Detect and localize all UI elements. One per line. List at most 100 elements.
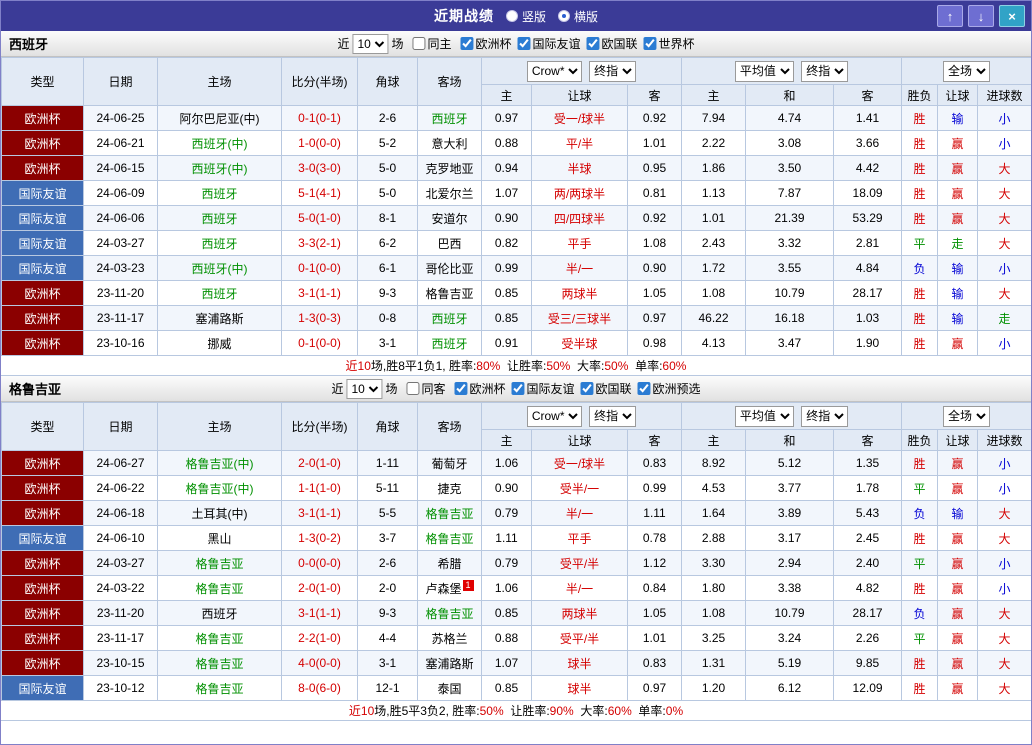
matches-table: 类型 日期 主场 比分(半场) 角球 客场 Crow* 终指 平均值 终指 <box>1 57 1032 356</box>
competition-filter[interactable]: 国际友谊 <box>512 35 581 52</box>
corners: 2-6 <box>358 551 418 576</box>
result-goals: 大 <box>978 501 1032 526</box>
result-handicap: 赢 <box>938 676 978 701</box>
competition-checkbox[interactable] <box>512 382 525 395</box>
match-type: 欧洲杯 <box>2 156 84 181</box>
radio-icon[interactable] <box>558 10 570 22</box>
avg-draw-odds: 3.77 <box>746 476 834 501</box>
bookmaker-select[interactable]: Crow* <box>527 61 582 82</box>
away-team: 卢森堡1 <box>418 576 482 601</box>
result-handicap: 赢 <box>938 576 978 601</box>
handicap-stage-select[interactable]: 终指 <box>589 61 636 82</box>
competition-filters: 欧洲杯国际友谊欧国联欧洲预选 <box>448 380 700 398</box>
handicap-line: 平手 <box>532 231 628 256</box>
avg-away-odds: 12.09 <box>834 676 902 701</box>
close-button[interactable]: × <box>999 5 1025 27</box>
scope-select[interactable]: 全场 <box>943 406 990 427</box>
match-count-select[interactable]: 10 <box>352 34 388 54</box>
result-outcome: 胜 <box>902 306 938 331</box>
avg-home-odds: 2.43 <box>682 231 746 256</box>
away-team: 西班牙 <box>418 331 482 356</box>
same-home-filter[interactable]: 同客 <box>400 380 445 397</box>
competition-filter[interactable]: 欧国联 <box>581 35 638 52</box>
same-home-checkbox[interactable] <box>406 382 419 395</box>
europe-odds-group: 平均值 终指 <box>682 403 902 430</box>
col-score: 比分(半场) <box>282 58 358 106</box>
handicap-home-odds: 1.07 <box>482 181 532 206</box>
away-team: 北爱尔兰 <box>418 181 482 206</box>
avg-home-odds: 3.30 <box>682 551 746 576</box>
competition-filter[interactable]: 欧洲预选 <box>632 380 701 397</box>
competition-checkbox[interactable] <box>454 382 467 395</box>
result-handicap: 赢 <box>938 626 978 651</box>
competition-checkbox[interactable] <box>518 37 531 50</box>
same-home-filter[interactable]: 同主 <box>406 35 451 52</box>
result-outcome: 负 <box>902 256 938 281</box>
corners: 5-0 <box>358 181 418 206</box>
avg-draw-odds: 16.18 <box>746 306 834 331</box>
result-handicap: 赢 <box>938 651 978 676</box>
corners: 3-1 <box>358 651 418 676</box>
europe-stage-select[interactable]: 终指 <box>801 61 848 82</box>
match-row: 欧洲杯23-11-17格鲁吉亚2-2(1-0)4-4苏格兰0.88受平/半1.0… <box>2 626 1032 651</box>
europe-odds-select[interactable]: 平均值 <box>735 61 794 82</box>
match-score: 2-2(1-0) <box>282 626 358 651</box>
competition-checkbox[interactable] <box>638 382 651 395</box>
home-team: 阿尔巴尼亚(中) <box>158 106 282 131</box>
avg-away-odds: 1.78 <box>834 476 902 501</box>
competition-filter[interactable]: 欧洲杯 <box>448 380 505 397</box>
same-home-checkbox[interactable] <box>412 37 425 50</box>
move-down-button[interactable]: ↓ <box>968 5 994 27</box>
competition-filter[interactable]: 欧洲杯 <box>454 35 511 52</box>
match-date: 24-06-10 <box>84 526 158 551</box>
handicap-line: 受三/三球半 <box>532 306 628 331</box>
competition-filters: 欧洲杯国际友谊欧国联世界杯 <box>454 35 694 53</box>
result-handicap: 输 <box>938 281 978 306</box>
result-goals: 大 <box>978 626 1032 651</box>
avg-draw-odds: 3.08 <box>746 131 834 156</box>
result-goals: 大 <box>978 206 1032 231</box>
europe-stage-select[interactable]: 终指 <box>801 406 848 427</box>
scope-select[interactable]: 全场 <box>943 61 990 82</box>
radio-icon[interactable] <box>506 10 518 22</box>
corners: 5-0 <box>358 156 418 181</box>
result-outcome: 胜 <box>902 576 938 601</box>
handicap-line: 半/一 <box>532 256 628 281</box>
result-goals: 大 <box>978 156 1032 181</box>
layout-vertical-option[interactable]: 竖版 <box>506 8 546 25</box>
corners: 9-3 <box>358 601 418 626</box>
competition-checkbox[interactable] <box>644 37 657 50</box>
match-date: 23-10-16 <box>84 331 158 356</box>
handicap-home-odds: 0.85 <box>482 676 532 701</box>
europe-odds-select[interactable]: 平均值 <box>735 406 794 427</box>
handicap-away-odds: 0.83 <box>628 451 682 476</box>
result-goals: 大 <box>978 181 1032 206</box>
col-handicap-away: 客 <box>628 85 682 106</box>
handicap-home-odds: 0.88 <box>482 626 532 651</box>
move-up-button[interactable]: ↑ <box>937 5 963 27</box>
competition-filter[interactable]: 国际友谊 <box>506 380 575 397</box>
col-handicap-home: 主 <box>482 430 532 451</box>
competition-checkbox[interactable] <box>587 37 600 50</box>
layout-horizontal-option[interactable]: 横版 <box>558 8 598 25</box>
result-goals: 大 <box>978 231 1032 256</box>
competition-filter[interactable]: 世界杯 <box>638 35 695 52</box>
competition-filter[interactable]: 欧国联 <box>575 380 632 397</box>
summary-text: 50% <box>546 359 570 373</box>
match-date: 24-03-27 <box>84 551 158 576</box>
bookmaker-select[interactable]: Crow* <box>527 406 582 427</box>
handicap-away-odds: 0.92 <box>628 206 682 231</box>
team-name: 西班牙 <box>1 34 48 53</box>
handicap-line: 受半球 <box>532 331 628 356</box>
competition-checkbox[interactable] <box>460 37 473 50</box>
match-count-select[interactable]: 10 <box>346 379 382 399</box>
handicap-stage-select[interactable]: 终指 <box>589 406 636 427</box>
result-handicap: 赢 <box>938 451 978 476</box>
handicap-away-odds: 1.05 <box>628 601 682 626</box>
competition-checkbox[interactable] <box>581 382 594 395</box>
avg-away-odds: 2.45 <box>834 526 902 551</box>
avg-draw-odds: 2.94 <box>746 551 834 576</box>
handicap-away-odds: 0.99 <box>628 476 682 501</box>
match-score: 1-3(0-3) <box>282 306 358 331</box>
avg-draw-odds: 5.19 <box>746 651 834 676</box>
